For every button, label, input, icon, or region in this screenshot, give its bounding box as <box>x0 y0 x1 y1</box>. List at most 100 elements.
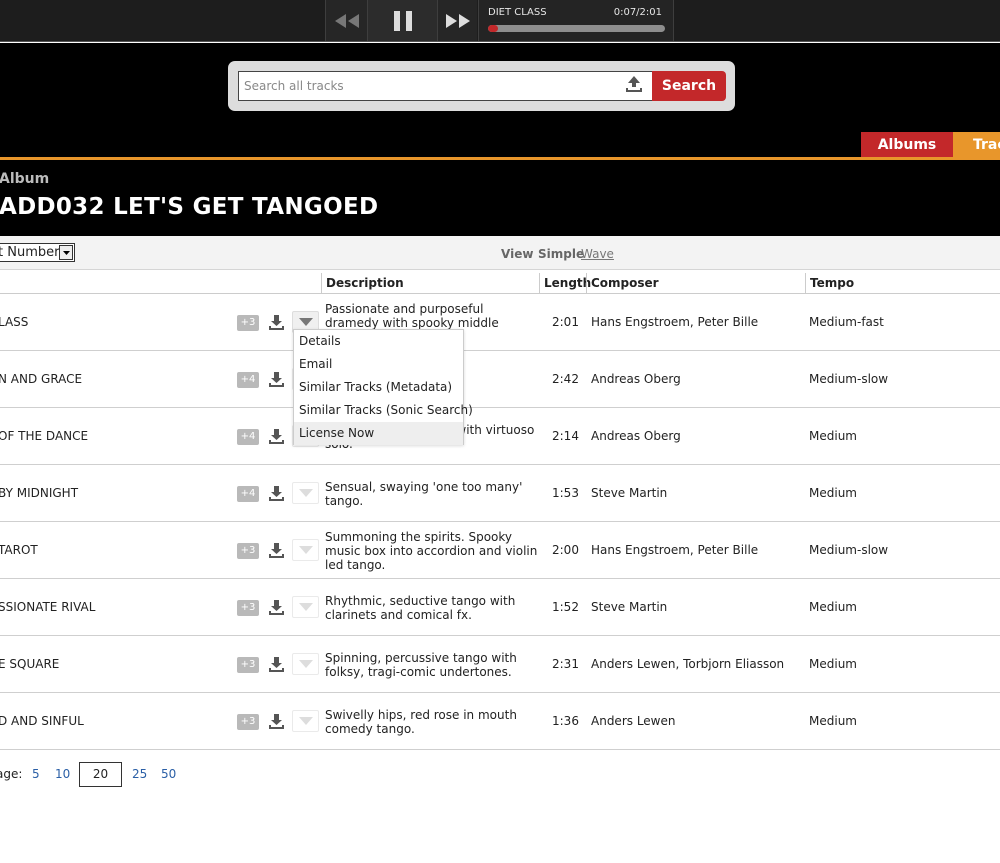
download-icon[interactable] <box>268 371 285 388</box>
track-composer: Andreas Oberg <box>591 372 681 386</box>
table-row[interactable]: N AND GRACE+4tic guitar2:42Andreas Oberg… <box>0 351 1000 408</box>
download-icon[interactable] <box>268 485 285 502</box>
fast-forward-button[interactable] <box>437 0 477 41</box>
track-options-button[interactable] <box>292 482 319 504</box>
track-tempo: Medium-fast <box>809 315 884 329</box>
track-title[interactable]: N AND GRACE <box>0 351 82 408</box>
download-icon[interactable] <box>268 656 285 673</box>
search-box: Search <box>228 61 735 111</box>
column-description[interactable]: Description <box>321 273 540 294</box>
track-length: 2:00 <box>552 543 579 557</box>
column-composer[interactable]: Composer <box>586 273 806 294</box>
track-description-text: Rhythmic, seductive tango with clarinets… <box>325 593 516 622</box>
track-length: 2:42 <box>552 372 579 386</box>
track-composer: Hans Engstroem, Peter Bille <box>591 315 759 329</box>
rewind-button[interactable] <box>325 0 367 41</box>
download-icon[interactable] <box>268 542 285 559</box>
rewind-icon <box>334 13 359 28</box>
page-size-5[interactable]: 5 <box>32 767 40 781</box>
download-icon[interactable] <box>268 599 285 616</box>
track-tempo: Medium <box>809 657 857 671</box>
track-description-text: Swivelly hips, red rose in mouth comedy … <box>325 707 517 736</box>
track-title[interactable]: BY MIDNIGHT <box>0 465 78 522</box>
column-length[interactable]: Length <box>539 273 591 294</box>
track-length: 1:36 <box>552 714 579 728</box>
album-banner: Album ADD032 LET'S GET TANGOED <box>0 160 1000 236</box>
album-title: ADD032 LET'S GET TANGOED <box>0 194 379 220</box>
table-row[interactable]: TAROT +3 Summoning the spirits. Spooky mus… <box>0 522 1000 579</box>
track-composer: Steve Martin <box>591 486 668 500</box>
track-title[interactable]: TAROT <box>0 522 38 579</box>
now-playing-title: DIET CLASS <box>488 7 547 18</box>
alternate-versions-badge[interactable]: +3 <box>237 315 259 331</box>
menu-item-similar-sonic[interactable]: Similar Tracks (Sonic Search) <box>294 399 473 422</box>
track-tempo: Medium <box>809 486 857 500</box>
download-icon[interactable] <box>268 314 285 331</box>
track-description: Sensual, swaying 'one too many' tango. <box>325 465 540 522</box>
tab-albums[interactable]: Albums <box>861 132 953 157</box>
tabs: Albums Trac <box>861 132 1000 157</box>
sort-select[interactable]: t Number <box>0 243 75 262</box>
track-description: Spinning, percussive tango with folksy, … <box>325 636 540 693</box>
track-options-button[interactable] <box>292 653 319 675</box>
track-tempo: Medium-slow <box>809 372 889 386</box>
column-tempo[interactable]: Tempo <box>805 273 1000 294</box>
track-tempo: Medium <box>809 714 857 728</box>
alternate-versions-badge[interactable]: +3 <box>237 714 259 730</box>
track-description: Swivelly hips, red rose in mouth comedy … <box>325 693 540 750</box>
track-options-button[interactable] <box>292 710 319 732</box>
menu-item-license-now[interactable]: License Now <box>294 422 463 445</box>
track-length: 1:52 <box>552 600 579 614</box>
search-button[interactable]: Search <box>652 71 726 101</box>
table-header: Description Length Composer Tempo <box>0 273 1000 294</box>
table-row[interactable]: BY MIDNIGHT +4 Sensual, swaying 'one too m… <box>0 465 1000 522</box>
track-description-text: Summoning the spirits. Spooky music box … <box>325 529 538 572</box>
table-row[interactable]: D AND SINFUL +3 Swivelly hips, red rose in… <box>0 693 1000 750</box>
alternate-versions-badge[interactable]: +4 <box>237 486 259 502</box>
menu-item-email[interactable]: Email <box>294 353 463 376</box>
track-composer: Steve Martin <box>591 600 668 614</box>
table-row[interactable]: E SQUARE +3 Spinning, percussive tango wit… <box>0 636 1000 693</box>
menu-item-similar-metadata[interactable]: Similar Tracks (Metadata) <box>294 376 463 399</box>
track-composer: Anders Lewen <box>591 714 676 728</box>
track-title[interactable]: LASS <box>0 294 28 351</box>
progress-bar[interactable] <box>488 25 665 32</box>
alternate-versions-badge[interactable]: +4 <box>237 372 259 388</box>
track-title[interactable]: D AND SINFUL <box>0 693 84 750</box>
alternate-versions-badge[interactable]: +4 <box>237 429 259 445</box>
table-row[interactable]: LASS +3 Passionate and purposeful dramedy … <box>0 294 1000 351</box>
chevron-down-icon <box>298 489 313 497</box>
upload-icon[interactable] <box>625 75 643 93</box>
search-input[interactable] <box>238 71 652 101</box>
pause-button[interactable] <box>367 0 437 41</box>
fast-forward-icon <box>445 13 470 28</box>
menu-item-details[interactable]: Details <box>294 330 463 353</box>
track-composer: Andreas Oberg <box>591 429 681 443</box>
table-row[interactable]: OF THE DANCE+4zy, contented guitars with… <box>0 408 1000 465</box>
track-title[interactable]: E SQUARE <box>0 636 59 693</box>
page-size-10[interactable]: 10 <box>55 767 70 781</box>
header: Search Albums Trac <box>0 43 1000 158</box>
track-composer: Anders Lewen, Torbjorn Eliasson <box>591 657 785 671</box>
view-wave-link[interactable]: Wave <box>581 247 614 261</box>
alternate-versions-badge[interactable]: +3 <box>237 543 259 559</box>
page-size-label: age: <box>0 767 23 781</box>
page-size-current[interactable]: 20 <box>79 762 122 787</box>
track-title[interactable]: OF THE DANCE <box>0 408 88 465</box>
track-options-button[interactable] <box>292 539 319 561</box>
chevron-down-icon <box>298 660 313 668</box>
download-icon[interactable] <box>268 713 285 730</box>
table-row[interactable]: SSIONATE RIVAL +3 Rhythmic, seductive tang… <box>0 579 1000 636</box>
track-options-button[interactable] <box>292 596 319 618</box>
view-options-bar: t Number View Simple Wave <box>0 236 1000 270</box>
track-length: 2:01 <box>552 315 579 329</box>
tab-tracks[interactable]: Trac <box>953 132 1000 157</box>
download-icon[interactable] <box>268 428 285 445</box>
page-size-50[interactable]: 50 <box>161 767 176 781</box>
alternate-versions-badge[interactable]: +3 <box>237 657 259 673</box>
track-description-text: Sensual, swaying 'one too many' tango. <box>325 479 523 508</box>
track-title[interactable]: SSIONATE RIVAL <box>0 579 95 636</box>
chevron-down-icon <box>298 603 313 611</box>
page-size-25[interactable]: 25 <box>132 767 147 781</box>
alternate-versions-badge[interactable]: +3 <box>237 600 259 616</box>
